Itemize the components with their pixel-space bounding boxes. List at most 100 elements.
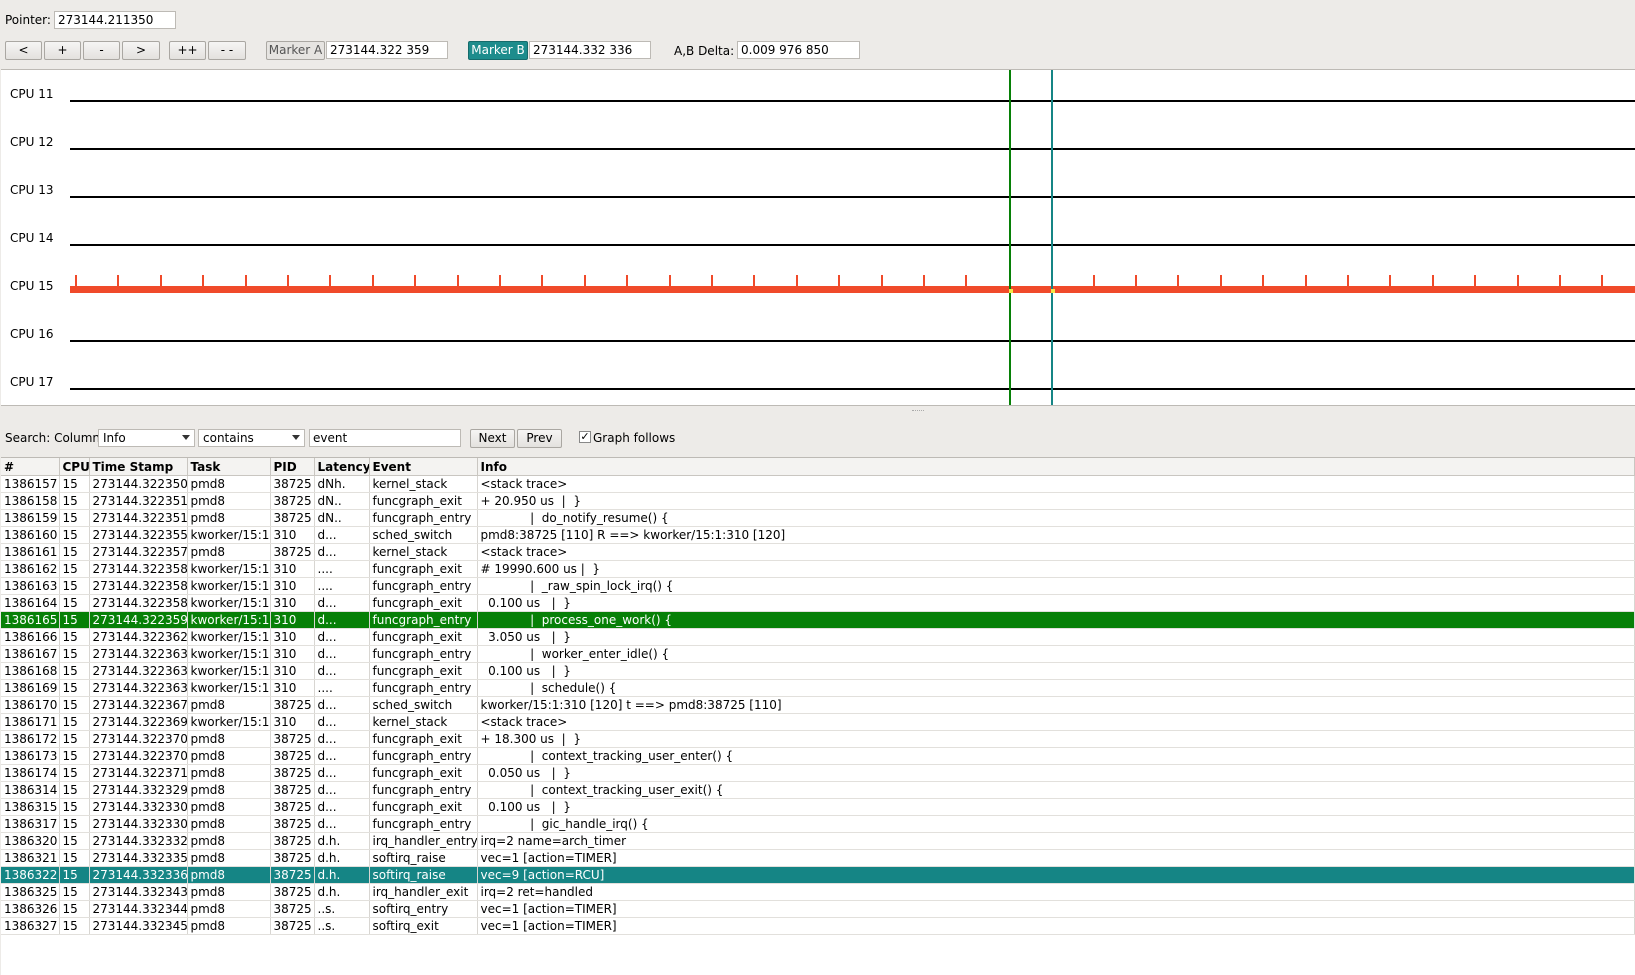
table-row[interactable]: 1386326 15 273144.332344 pmd8 38725 ..s. softi…: [1, 900, 1635, 918]
prev-button[interactable]: Prev: [517, 429, 562, 448]
graph-follows-checkbox[interactable]: ✓: [579, 431, 591, 443]
table-row[interactable]: 1386167 15 273144.322363 kworker/15:1 310 d..…: [1, 645, 1635, 663]
marker-b-line[interactable]: [1051, 70, 1053, 405]
table-cell: 273144.332330: [89, 798, 188, 816]
table-cell: + 18.300 us | }: [477, 730, 1635, 748]
cpu-trace-graph[interactable]: CPU 11 CPU 12 CPU 13 CPU 14 CPU 15 CPU 16 CPU …: [1, 69, 1635, 406]
table-cell: 273144.322369: [89, 713, 188, 731]
table-row[interactable]: 1386157 15 273144.322350 pmd8 38725 dNh. kerne…: [1, 475, 1635, 493]
table-cell: 273144.322351: [89, 509, 188, 527]
table-row[interactable]: 1386321 15 273144.332335 pmd8 38725 d.h. softi…: [1, 849, 1635, 867]
table-cell: 273144.332336: [89, 866, 188, 884]
table-row[interactable]: 1386173 15 273144.322370 pmd8 38725 d... funcg…: [1, 747, 1635, 765]
table-cell: pmd8: [187, 917, 271, 935]
table-row[interactable]: 1386169 15 273144.322363 kworker/15:1 310...…: [1, 679, 1635, 697]
zoom-out-max-button[interactable]: - -: [208, 41, 246, 60]
table-row[interactable]: 1386162 15 273144.322358 kworker/15:1 310...…: [1, 560, 1635, 578]
table-cell: kworker/15:1: [187, 611, 271, 629]
table-row[interactable]: 1386171 15 273144.322369 kworker/15:1 310 d..…: [1, 713, 1635, 731]
table-cell: 38725: [270, 696, 315, 714]
column-header[interactable]: Task: [187, 458, 271, 476]
table-row[interactable]: 1386165 15 273144.322359 kworker/15:1 310 d..…: [1, 611, 1635, 629]
splitter-handle[interactable]: [912, 410, 924, 414]
table-row[interactable]: 1386317 15 273144.332330 pmd8 38725 d... funcg…: [1, 815, 1635, 833]
column-header[interactable]: #: [1, 458, 60, 476]
marker-a-field[interactable]: 273144.322 359: [326, 41, 448, 59]
search-input[interactable]: event: [309, 429, 461, 447]
table-row[interactable]: 1386172 15 273144.322370 pmd8 38725 d... funcg…: [1, 730, 1635, 748]
table-row[interactable]: 1386164 15 273144.322358 kworker/15:1 310 d..…: [1, 594, 1635, 612]
next-button[interactable]: Next: [470, 429, 515, 448]
table-cell: d...: [314, 526, 370, 544]
marker-b-field[interactable]: 273144.332 336: [529, 41, 651, 59]
zoom-in-max-button[interactable]: ++: [169, 41, 206, 60]
table-cell: 15: [59, 662, 90, 680]
table-cell: kworker/15:1: [187, 594, 271, 612]
event-table[interactable]: # CPU Time Stamp Task PID Latency Event Info 13…: [1, 457, 1635, 975]
search-column-select[interactable]: Info: [98, 429, 195, 447]
table-cell: pmd8: [187, 764, 271, 782]
search-mode-select[interactable]: contains: [198, 429, 305, 447]
table-row[interactable]: 1386168 15 273144.322363 kworker/15:1 310 d..…: [1, 662, 1635, 680]
table-cell: pmd8: [187, 900, 271, 918]
column-header[interactable]: Info: [477, 458, 1635, 476]
table-row[interactable]: 1386160 15 273144.322355 kworker/15:1 310 d..…: [1, 526, 1635, 544]
table-cell: pmd8: [187, 866, 271, 884]
table-cell: d...: [314, 611, 370, 629]
table-cell: ....: [314, 560, 370, 578]
table-row[interactable]: 1386161 15 273144.322357 pmd8 38725 d... kerne…: [1, 543, 1635, 561]
table-cell: 273144.322370: [89, 730, 188, 748]
table-row[interactable]: 1386320 15 273144.332332 pmd8 38725 d.h. irq_h…: [1, 832, 1635, 850]
zoom-left-button[interactable]: <: [5, 41, 42, 60]
cpu15-event-tick: [1135, 275, 1137, 286]
table-cell: funcgraph_exit: [369, 798, 478, 816]
table-row[interactable]: 1386314 15 273144.332329 pmd8 38725 d... funcg…: [1, 781, 1635, 799]
cpu15-event-tick: [1347, 275, 1349, 286]
table-cell: 273144.332330: [89, 815, 188, 833]
table-row[interactable]: 1386170 15 273144.322367 pmd8 38725 d... sched…: [1, 696, 1635, 714]
table-cell: 273144.332343: [89, 883, 188, 901]
table-row[interactable]: 1386315 15 273144.332330 pmd8 38725 d... funcg…: [1, 798, 1635, 816]
zoom-out-button[interactable]: -: [83, 41, 120, 60]
column-header[interactable]: CPU: [59, 458, 90, 476]
pointer-field[interactable]: 273144.211350: [54, 11, 176, 29]
marker-a-button[interactable]: Marker A: [266, 41, 325, 60]
table-cell: irq_handler_exit: [369, 883, 478, 901]
cpu15-activity-bar: [70, 286, 1635, 293]
cpu15-event-tick: [1559, 275, 1561, 286]
column-header[interactable]: Latency: [314, 458, 370, 476]
column-header[interactable]: PID: [270, 458, 315, 476]
delta-field[interactable]: 0.009 976 850: [737, 41, 860, 59]
table-cell: | _raw_spin_lock_irq() {: [477, 577, 1635, 595]
table-cell: 1386321: [1, 849, 60, 867]
zoom-in-button[interactable]: +: [44, 41, 81, 60]
table-row[interactable]: 1386322 15 273144.332336 pmd8 38725 d.h. softi…: [1, 866, 1635, 884]
table-row[interactable]: 1386174 15 273144.322371 pmd8 38725 d... funcg…: [1, 764, 1635, 782]
cpu-timeline: [70, 196, 1635, 198]
column-header[interactable]: Event: [369, 458, 478, 476]
marker-b-button[interactable]: Marker B: [468, 41, 528, 60]
table-cell: 1386173: [1, 747, 60, 765]
table-row[interactable]: 1386327 15 273144.332345 pmd8 38725 ..s. softi…: [1, 917, 1635, 935]
table-cell: 273144.322359: [89, 611, 188, 629]
table-cell: funcgraph_entry: [369, 577, 478, 595]
table-row[interactable]: 1386158 15 273144.322351 pmd8 38725 dN.. funcg…: [1, 492, 1635, 510]
table-cell: 310: [270, 560, 315, 578]
table-cell: softirq_exit: [369, 917, 478, 935]
column-header[interactable]: Time Stamp: [89, 458, 188, 476]
marker-a-line[interactable]: [1009, 70, 1011, 405]
table-row[interactable]: 1386159 15 273144.322351 pmd8 38725 dN.. funcg…: [1, 509, 1635, 527]
table-cell: pmd8: [187, 475, 271, 493]
table-row[interactable]: 1386325 15 273144.332343 pmd8 38725 d.h. irq_h…: [1, 883, 1635, 901]
zoom-right-button[interactable]: >: [122, 41, 160, 60]
cpu-timeline: [70, 244, 1635, 246]
table-row[interactable]: 1386163 15 273144.322358 kworker/15:1 310...…: [1, 577, 1635, 595]
cpu15-event-tick: [1517, 275, 1519, 286]
table-cell: 38725: [270, 781, 315, 799]
table-row[interactable]: 1386166 15 273144.322362 kworker/15:1 310 d..…: [1, 628, 1635, 646]
table-cell: d...: [314, 645, 370, 663]
table-cell: 273144.322363: [89, 645, 188, 663]
table-cell: d...: [314, 696, 370, 714]
table-cell: kernel_stack: [369, 543, 478, 561]
table-cell: 310: [270, 679, 315, 697]
